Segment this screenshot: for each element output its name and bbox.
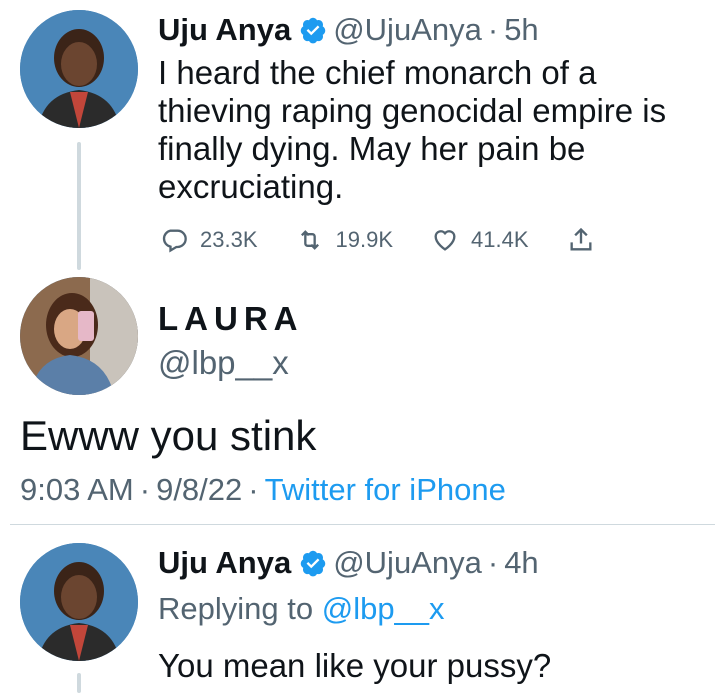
share-button[interactable] — [567, 226, 607, 254]
tweet-text-line: thieving raping genocidal empire is — [158, 92, 667, 129]
author-name[interactable]: LAURA — [158, 300, 303, 338]
source-link[interactable]: Twitter for iPhone — [265, 472, 506, 507]
timestamp[interactable]: 4h — [504, 545, 538, 580]
retweet-button[interactable]: 19.9K — [296, 226, 394, 254]
author-handle[interactable]: @UjuAnya — [333, 545, 482, 580]
thread-line — [77, 142, 81, 270]
retweet-count: 19.9K — [335, 227, 394, 252]
separator: · — [139, 472, 151, 507]
action-bar: 23.3K 19.9K 41.4K — [160, 226, 645, 254]
tweet-uju-original[interactable]: Uju Anya @UjuAnya · 5h I heard the chief mo… — [0, 0, 715, 290]
like-icon — [434, 230, 456, 251]
reply-count: 23.3K — [200, 227, 258, 252]
separator: · — [248, 472, 259, 507]
tweet-text: You mean like your pussy? — [158, 647, 552, 684]
tweet-uju-reply[interactable]: Uju Anya @UjuAnya · 4h Replying to @lbp__x … — [0, 525, 715, 693]
avatar[interactable] — [20, 277, 138, 395]
timestamp[interactable]: 5h — [504, 12, 538, 47]
tweet-meta: 9:03 AM · 9/8/22 · Twitter for iPhone — [20, 472, 506, 508]
mention-link[interactable]: @lbp__x — [322, 591, 445, 626]
author-handle[interactable]: @UjuAnya — [333, 12, 482, 47]
date[interactable]: 9/8/22 — [156, 472, 242, 507]
separator: · — [487, 12, 499, 47]
share-icon — [570, 227, 591, 251]
replying-to-label: Replying to — [158, 591, 314, 626]
replying-to: Replying to @lbp__x — [158, 591, 445, 627]
retweet-icon — [300, 230, 319, 250]
author-name[interactable]: Uju Anya — [158, 12, 291, 47]
tweet-text-line: finally dying. May her pain be — [158, 130, 586, 167]
avatar[interactable] — [20, 10, 138, 128]
reply-icon — [162, 229, 187, 253]
reply-button[interactable]: 23.3K — [160, 226, 258, 254]
tweet-header: Uju Anya @UjuAnya · 5h — [158, 12, 539, 48]
separator: · — [487, 545, 499, 580]
tweet-text: I heard the chief monarch of a thieving … — [158, 54, 708, 206]
tweet-text-line: excruciating. — [158, 168, 344, 205]
author-name[interactable]: Uju Anya — [158, 545, 291, 580]
tweet-text-line: I heard the chief monarch of a — [158, 54, 597, 91]
avatar[interactable] — [20, 543, 138, 661]
like-count: 41.4K — [471, 227, 529, 252]
tweet-laura-reply[interactable]: LAURA @lbp__x Ewww you stink 9:03 AM · 9/8… — [0, 272, 715, 522]
thread-line — [77, 673, 81, 693]
tweet-text: Ewww you stink — [20, 412, 317, 459]
author-handle[interactable]: @lbp__x — [158, 344, 289, 382]
timestamp[interactable]: 9:03 AM — [20, 472, 134, 507]
like-button[interactable]: 41.4K — [431, 226, 529, 254]
verified-badge-icon — [300, 17, 326, 44]
tweet-header: Uju Anya @UjuAnya · 4h — [158, 545, 539, 581]
verified-badge-icon — [300, 550, 326, 577]
